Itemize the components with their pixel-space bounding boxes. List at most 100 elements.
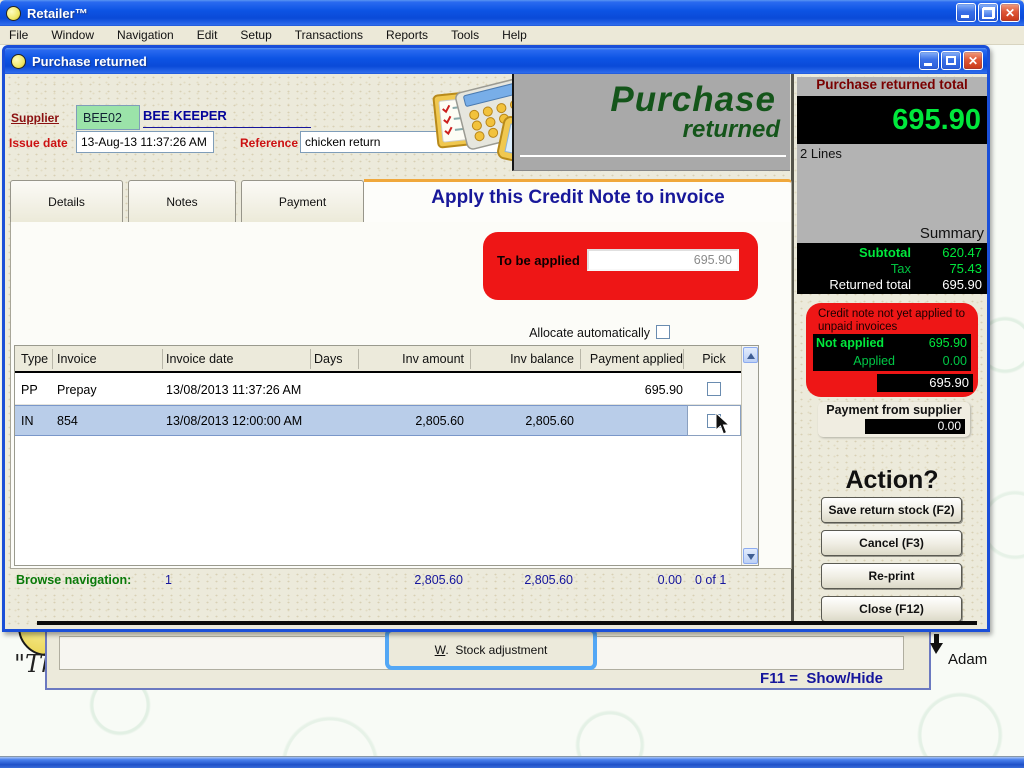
restore-button[interactable]	[978, 3, 998, 22]
dialog-minimize-button[interactable]	[919, 51, 939, 70]
summary-row-returned-total: Returned total 695.90	[797, 277, 987, 293]
credit-note-net-value: 695.90	[877, 374, 973, 392]
allocate-automatically-checkbox[interactable]	[656, 325, 670, 339]
total-label-bar: Purchase returned total	[797, 77, 987, 96]
down-arrow-marker	[928, 634, 946, 656]
menu-item-help[interactable]: Help	[502, 28, 527, 42]
dialog-close-button[interactable]: ✕	[963, 51, 983, 70]
dialog-bottom-rule	[37, 621, 977, 625]
menu-bar: File Window Navigation Edit Setup Transa…	[0, 26, 1024, 45]
browse-position: 0 of 1	[695, 573, 726, 587]
summary-row-subtotal: Subtotal 620.47	[797, 245, 987, 261]
lines-summary-bar: 2 Lines Summary	[797, 144, 987, 243]
supplier-name-link[interactable]: BEE KEEPER	[143, 108, 311, 128]
supplier-code-field[interactable]: BEE02	[76, 105, 140, 130]
pick-checkbox-row1[interactable]	[707, 382, 721, 396]
credit-note-alert-box: Credit note not yet applied to unpaid in…	[806, 303, 978, 397]
browse-payment-applied: 0.00	[582, 573, 682, 587]
stock-adjustment-button[interactable]: W. Stock adjustment	[385, 628, 597, 670]
credit-note-message: Credit note not yet applied to unpaid in…	[806, 303, 978, 336]
dialog-titlebar: Purchase returned ✕	[5, 48, 987, 74]
table-row-invoice-854[interactable]: IN 854 13/08/2013 12:00:00 AM 2,805.60 2…	[15, 405, 741, 436]
col-pick[interactable]: Pick	[687, 352, 741, 366]
menu-item-file[interactable]: File	[9, 28, 28, 42]
not-applied-row: Not applied 695.90	[813, 334, 971, 352]
invoice-table-header: Type Invoice Invoice date Days Inv amoun…	[15, 346, 741, 373]
issue-date-label: Issue date	[9, 136, 68, 150]
total-value: 695.90	[892, 104, 981, 137]
col-invoice-date[interactable]: Invoice date	[166, 352, 233, 366]
cell-inv-balance: 2,805.60	[474, 414, 574, 428]
save-return-stock-button[interactable]: Save return stock (F2)	[821, 497, 962, 523]
app-icon	[6, 6, 21, 21]
cell-invoice-date: 13/08/2013 12:00:00 AM	[166, 414, 302, 428]
main-window-controls: ✕	[956, 3, 1020, 22]
applied-row: Applied 0.00	[813, 352, 971, 370]
col-inv-balance[interactable]: Inv balance	[474, 352, 574, 366]
dialog-maximize-button[interactable]	[941, 51, 961, 70]
f11-showhide-label: F11 = Show/Hide	[760, 670, 883, 687]
action-heading: Action?	[797, 466, 987, 495]
close-f12-button[interactable]: Close (F12)	[821, 596, 962, 622]
close-button[interactable]: ✕	[1000, 3, 1020, 22]
col-type[interactable]: Type	[21, 352, 48, 366]
menu-item-navigation[interactable]: Navigation	[117, 28, 174, 42]
col-inv-amount[interactable]: Inv amount	[364, 352, 464, 366]
cell-invoice-date: 13/08/2013 11:37:26 AM	[166, 383, 301, 397]
minimize-icon	[924, 63, 932, 66]
dialog-body: Supplier BEE02 BEE KEEPER Issue date Ref…	[5, 74, 987, 629]
issue-date-input[interactable]	[76, 131, 214, 153]
stock-adjustment-label: W. Stock adjustment	[435, 643, 548, 657]
restore-icon	[982, 7, 995, 19]
cell-invoice: Prepay	[57, 383, 97, 397]
banner-line2: returned	[514, 116, 790, 144]
invoice-table: Type Invoice Invoice date Days Inv amoun…	[14, 345, 759, 566]
payment-from-supplier-label: Payment from supplier	[818, 402, 970, 417]
browse-inv-amount: 2,805.60	[363, 573, 463, 587]
scroll-up-button[interactable]	[743, 347, 758, 363]
menu-item-window[interactable]: Window	[51, 28, 94, 42]
to-be-applied-label: To be applied	[497, 253, 580, 268]
browse-inv-balance: 2,805.60	[473, 573, 573, 587]
menu-item-edit[interactable]: Edit	[197, 28, 218, 42]
purchase-returned-dialog: Purchase returned ✕ Supplier BEE02 BEE K…	[2, 45, 990, 632]
minimize-button[interactable]	[956, 3, 976, 22]
to-be-applied-input[interactable]	[587, 249, 739, 271]
arrow-up-icon	[747, 353, 755, 359]
cell-type: IN	[21, 414, 34, 428]
menu-item-transactions[interactable]: Transactions	[295, 28, 363, 42]
tab-details[interactable]: Details	[10, 180, 123, 223]
table-row-prepay[interactable]: PP Prepay 13/08/2013 11:37:26 AM 695.90	[15, 375, 741, 405]
arrow-down-icon	[747, 554, 755, 560]
lines-label: 2 Lines	[797, 144, 987, 161]
banner-underline	[520, 155, 786, 157]
reprint-button[interactable]: Re-print	[821, 563, 962, 589]
app-title: Retailer™	[27, 6, 88, 21]
cell-type: PP	[21, 383, 38, 397]
menu-item-tools[interactable]: Tools	[451, 28, 479, 42]
menu-item-setup[interactable]: Setup	[240, 28, 271, 42]
reference-label: Reference	[240, 136, 298, 150]
banner-line1: Purchase	[514, 74, 790, 120]
minimize-icon	[961, 15, 969, 18]
dialog-icon	[11, 54, 26, 69]
summary-label: Summary	[920, 225, 984, 242]
dialog-window-controls: ✕	[919, 51, 983, 70]
to-be-applied-box: To be applied	[483, 232, 758, 300]
main-window: Retailer™ ✕ File Window Navigation Edit …	[0, 0, 1024, 768]
cell-invoice: 854	[57, 414, 78, 428]
col-invoice[interactable]: Invoice	[57, 352, 97, 366]
tab-payment[interactable]: Payment	[241, 180, 364, 223]
summary-row-tax: Tax 75.43	[797, 261, 987, 277]
menu-item-reports[interactable]: Reports	[386, 28, 428, 42]
scroll-down-button[interactable]	[743, 548, 758, 564]
window-bottom-border	[0, 756, 1024, 768]
pick-checkbox-row2[interactable]	[707, 414, 721, 428]
tab-notes[interactable]: Notes	[128, 180, 236, 223]
col-payment-applied[interactable]: Payment applied	[583, 352, 683, 366]
cancel-button[interactable]: Cancel (F3)	[821, 530, 962, 556]
table-scrollbar[interactable]	[741, 346, 758, 565]
col-days[interactable]: Days	[314, 352, 342, 366]
summary-box: Subtotal 620.47 Tax 75.43 Returned total…	[797, 243, 987, 294]
cell-payment-applied: 695.90	[583, 383, 683, 397]
